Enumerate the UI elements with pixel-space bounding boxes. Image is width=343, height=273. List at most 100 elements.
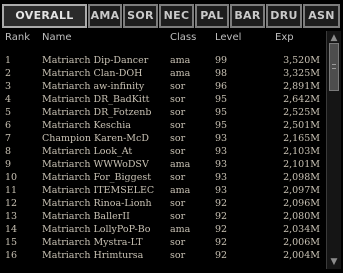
tab-asn[interactable]: ASN	[303, 4, 340, 28]
rank-cell: 8	[5, 146, 12, 157]
rank-cell: 13	[5, 211, 18, 222]
ladder-window: OVERALL AMA SOR NEC PAL BAR DRU ASN Rank…	[0, 0, 343, 273]
scrollbar[interactable]: ▲ ▼	[326, 31, 341, 269]
level-cell: 98	[215, 68, 228, 79]
header-class[interactable]: Class	[170, 32, 196, 43]
name-cell: Matriarch aw-infinity	[42, 81, 145, 92]
name-cell: Matriarch Hrimtursa	[42, 250, 144, 261]
tab-pal[interactable]: PAL	[195, 4, 229, 28]
table-row[interactable]: 5 Matriarch DR_Fotzenb sor 95 2,525M	[0, 107, 326, 120]
tab-dru[interactable]: DRU	[266, 4, 302, 28]
rank-cell: 6	[5, 120, 12, 131]
table-row[interactable]: 12 Matriarch Rinoa-Lionh sor 92 2,096M	[0, 198, 326, 211]
rank-cell: 5	[5, 107, 12, 118]
class-cell: sor	[170, 237, 186, 248]
level-cell: 99	[215, 55, 228, 66]
tab-ama[interactable]: AMA	[88, 4, 122, 28]
level-cell: 92	[215, 237, 228, 248]
tab-overall[interactable]: OVERALL	[2, 4, 87, 28]
table-row[interactable]: 8 Matriarch Look_At sor 93 2,103M	[0, 146, 326, 159]
table-row[interactable]: 11 Matriarch ITEMSELEC ama 93 2,097M	[0, 185, 326, 198]
level-cell: 93	[215, 185, 228, 196]
rank-cell: 16	[5, 250, 18, 261]
exp-cell: 2,891M	[283, 81, 320, 92]
rank-cell: 3	[5, 81, 12, 92]
scroll-up-arrow-icon[interactable]: ▲	[329, 33, 339, 43]
table-row[interactable]: 4 Matriarch DR_BadKitt sor 95 2,642M	[0, 94, 326, 107]
table-row[interactable]: 14 Matriarch LollyPoP-Bo ama 92 2,034M	[0, 224, 326, 237]
class-cell: sor	[170, 211, 186, 222]
level-cell: 93	[215, 172, 228, 183]
exp-cell: 2,098M	[283, 172, 320, 183]
table-row[interactable]: 3 Matriarch aw-infinity sor 96 2,891M	[0, 81, 326, 94]
exp-cell: 2,525M	[283, 107, 320, 118]
class-cell: sor	[170, 120, 186, 131]
level-cell: 95	[215, 94, 228, 105]
level-cell: 93	[215, 146, 228, 157]
level-cell: 93	[215, 133, 228, 144]
class-cell: sor	[170, 198, 186, 209]
exp-cell: 2,165M	[283, 133, 320, 144]
level-cell: 92	[215, 224, 228, 235]
rank-cell: 4	[5, 94, 12, 105]
exp-cell: 2,096M	[283, 198, 320, 209]
name-cell: Matriarch Look_At	[42, 146, 133, 157]
tab-nec[interactable]: NEC	[159, 4, 194, 28]
tab-bar[interactable]: BAR	[230, 4, 265, 28]
table-row[interactable]: 13 Matriarch BallerII sor 92 2,080M	[0, 211, 326, 224]
class-cell: sor	[170, 81, 186, 92]
table-row[interactable]: 10 Matriarch For_Biggest sor 93 2,098M	[0, 172, 326, 185]
table-row[interactable]: 9 Matriarch WWWoDSV ama 93 2,101M	[0, 159, 326, 172]
header-exp[interactable]: Exp	[275, 32, 294, 43]
rank-cell: 10	[5, 172, 18, 183]
table-row[interactable]: 7 Champion Karen-McD sor 93 2,165M	[0, 133, 326, 146]
class-cell: sor	[170, 94, 186, 105]
exp-cell: 2,004M	[283, 250, 320, 261]
scroll-thumb[interactable]	[329, 43, 339, 91]
rank-cell: 9	[5, 159, 12, 170]
table-row[interactable]: 2 Matriarch Clan-DOH ama 98 3,325M	[0, 68, 326, 81]
name-cell: Matriarch ITEMSELEC	[42, 185, 155, 196]
level-cell: 92	[215, 198, 228, 209]
class-cell: sor	[170, 133, 186, 144]
level-cell: 92	[215, 211, 228, 222]
class-cell: ama	[170, 68, 191, 79]
rank-cell: 7	[5, 133, 12, 144]
level-cell: 92	[215, 250, 228, 261]
class-cell: ama	[170, 185, 191, 196]
table-row[interactable]: 6 Matriarch Keschia sor 95 2,501M	[0, 120, 326, 133]
name-cell: Champion Karen-McD	[42, 133, 149, 144]
exp-cell: 2,642M	[283, 94, 320, 105]
name-cell: Matriarch DR_BadKitt	[42, 94, 150, 105]
name-cell: Matriarch Clan-DOH	[42, 68, 143, 79]
scroll-down-arrow-icon[interactable]: ▼	[329, 257, 339, 267]
table-row[interactable]: 16 Matriarch Hrimtursa sor 92 2,004M	[0, 250, 326, 263]
exp-cell: 2,501M	[283, 120, 320, 131]
rank-cell: 11	[5, 185, 18, 196]
tab-sor[interactable]: SOR	[123, 4, 158, 28]
rank-cell: 1	[5, 55, 12, 66]
class-cell: sor	[170, 172, 186, 183]
name-cell: Matriarch WWWoDSV	[42, 159, 149, 170]
name-cell: Matriarch Dip-Dancer	[42, 55, 149, 66]
name-cell: Matriarch Keschia	[42, 120, 131, 131]
class-cell: sor	[170, 146, 186, 157]
table-row[interactable]: 15 Matriarch Mystra-LT sor 92 2,006M	[0, 237, 326, 250]
exp-cell: 2,103M	[283, 146, 320, 157]
exp-cell: 3,520M	[283, 55, 320, 66]
header-rank[interactable]: Rank	[5, 32, 30, 43]
class-cell: ama	[170, 224, 191, 235]
table-row[interactable]: 1 Matriarch Dip-Dancer ama 99 3,520M	[0, 55, 326, 68]
exp-cell: 2,006M	[283, 237, 320, 248]
level-cell: 96	[215, 81, 228, 92]
class-cell: sor	[170, 250, 186, 261]
rank-cell: 15	[5, 237, 18, 248]
class-cell: ama	[170, 159, 191, 170]
level-cell: 95	[215, 120, 228, 131]
class-tabs: OVERALL AMA SOR NEC PAL BAR DRU ASN	[2, 2, 340, 30]
class-cell: ama	[170, 55, 191, 66]
name-cell: Matriarch Mystra-LT	[42, 237, 143, 248]
exp-cell: 2,080M	[283, 211, 320, 222]
header-name[interactable]: Name	[42, 32, 72, 43]
header-level[interactable]: Level	[215, 32, 241, 43]
